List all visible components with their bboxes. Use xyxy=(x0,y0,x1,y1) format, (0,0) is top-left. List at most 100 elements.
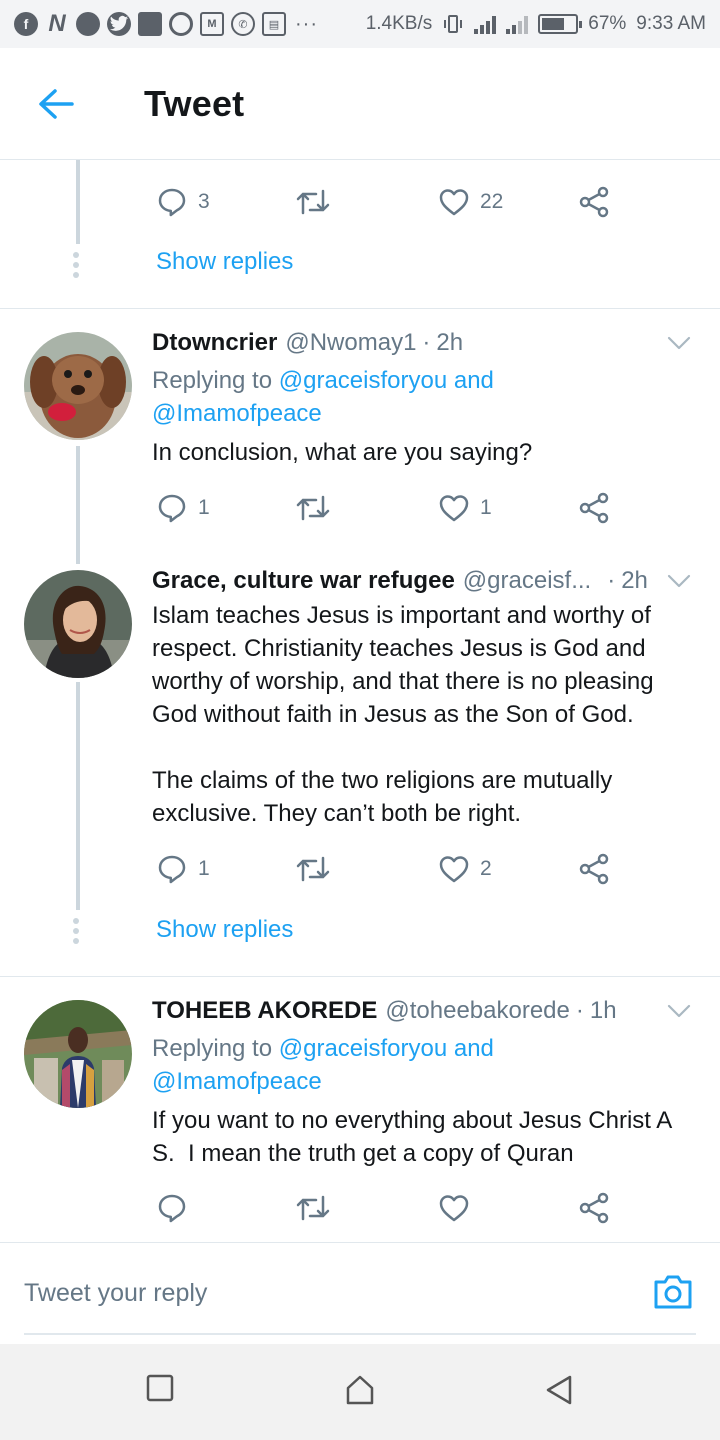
opera-icon xyxy=(169,12,193,36)
replying-label: Replying to xyxy=(152,1035,279,1062)
tweet-text: In conclusion, what are you saying? xyxy=(152,439,533,466)
calendar-icon: ▤ xyxy=(262,12,286,36)
notification-icons: f N M ✆ ▤ ··· xyxy=(14,10,318,37)
share-button[interactable] xyxy=(578,1192,610,1224)
reply-button[interactable]: 3 xyxy=(156,186,210,218)
share-button[interactable] xyxy=(578,492,610,524)
tweet-header: TOHEEB AKOREDE @toheebakorede · 1h xyxy=(152,995,696,1027)
tweet-text: If you want to no everything about Jesus… xyxy=(152,1107,678,1167)
teddy-bear-avatar-image xyxy=(24,332,132,440)
thread-line xyxy=(76,160,80,244)
like-button[interactable]: 2 xyxy=(438,854,492,884)
share-icon xyxy=(579,1192,609,1224)
heart-icon xyxy=(439,856,469,883)
mention-link[interactable]: @Imamofpeace xyxy=(152,1068,322,1095)
user-handle[interactable]: @toheebakorede xyxy=(385,997,570,1025)
mention-link[interactable]: @Imamofpeace xyxy=(152,400,322,427)
camera-button[interactable] xyxy=(652,1273,694,1316)
page-title: Tweet xyxy=(144,82,245,124)
like-button[interactable] xyxy=(438,1193,480,1223)
heart-icon xyxy=(439,495,469,522)
chevron-down-icon[interactable] xyxy=(666,998,692,1024)
show-replies-link[interactable]: Show replies xyxy=(156,248,293,276)
like-button[interactable]: 22 xyxy=(438,187,503,217)
retweet-button[interactable] xyxy=(296,187,330,217)
recents-square-icon xyxy=(146,1374,174,1402)
retweet-button[interactable] xyxy=(296,854,340,884)
avatar[interactable] xyxy=(24,332,132,440)
recents-button[interactable] xyxy=(146,1374,174,1407)
reply-icon xyxy=(158,855,186,884)
n-icon: N xyxy=(48,10,66,37)
status-bar: f N M ✆ ▤ ··· 1.4KB/s 67% 9:33 AM xyxy=(0,0,720,48)
separator-dot: · xyxy=(422,329,431,356)
reply-input[interactable]: Tweet your reply xyxy=(24,1279,207,1308)
like-button[interactable]: 1 xyxy=(438,493,492,523)
retweet-icon xyxy=(296,856,330,882)
display-name[interactable]: Dtowncrier xyxy=(152,329,277,357)
reply-button[interactable] xyxy=(156,1192,198,1224)
square-icon xyxy=(138,12,162,36)
like-count: 1 xyxy=(480,496,492,519)
top-app-bar: Tweet xyxy=(0,48,720,160)
avatar[interactable] xyxy=(24,1000,132,1108)
thread-line xyxy=(76,682,80,910)
signal-icon-2 xyxy=(506,14,529,34)
retweet-button[interactable] xyxy=(296,1193,340,1223)
heart-icon xyxy=(439,1195,469,1222)
clock: 9:33 AM xyxy=(636,13,706,34)
replying-label: Replying to xyxy=(152,367,279,394)
twitter-icon xyxy=(107,12,131,36)
retweet-icon xyxy=(296,495,330,521)
battery-icon xyxy=(538,14,583,34)
show-replies-link[interactable]: Show replies xyxy=(156,916,293,944)
reply-button[interactable]: 1 xyxy=(156,853,210,885)
network-speed: 1.4KB/s xyxy=(365,13,433,34)
timestamp: 2h xyxy=(621,567,648,594)
tweet-header: Dtowncrier @Nwomay1 · 2h xyxy=(152,327,696,359)
replying-to: Replying to @graceisforyou and @Imamofpe… xyxy=(152,364,692,430)
status-right: 1.4KB/s 67% 9:33 AM xyxy=(366,13,706,35)
whatsapp-icon: ✆ xyxy=(231,12,255,36)
signal-icon xyxy=(474,14,497,34)
display-name[interactable]: TOHEEB AKOREDE xyxy=(152,997,377,1025)
heart-icon xyxy=(439,189,469,216)
like-count: 2 xyxy=(480,857,492,880)
replying-to: Replying to @graceisforyou and @Imamofpe… xyxy=(152,1032,692,1098)
more-notifications: ··· xyxy=(295,12,318,35)
reply-count: 3 xyxy=(198,190,210,213)
share-icon xyxy=(579,853,609,885)
timestamp: 2h xyxy=(436,329,464,356)
vibrate-icon xyxy=(444,15,463,33)
like-count: 22 xyxy=(480,190,504,213)
chevron-down-icon[interactable] xyxy=(666,330,692,356)
mention-link[interactable]: @graceisforyou and xyxy=(279,1035,494,1062)
thread-line xyxy=(76,446,80,564)
arrow-left-icon xyxy=(39,88,74,119)
chevron-down-icon[interactable] xyxy=(666,568,692,594)
tweet-actions: 1 2 xyxy=(152,849,622,889)
home-button[interactable] xyxy=(344,1374,376,1411)
share-button[interactable] xyxy=(578,186,610,218)
mention-link[interactable]: @graceisforyou and xyxy=(279,367,494,394)
man-avatar-image xyxy=(24,1000,132,1108)
tweet-actions: 3 22 xyxy=(152,182,622,222)
separator-dot: · xyxy=(607,567,616,594)
tweet-actions: 1 1 xyxy=(152,488,622,528)
user-handle[interactable]: @Nwomay1 xyxy=(285,329,416,357)
reply-icon xyxy=(158,494,186,523)
camera-icon xyxy=(654,1275,692,1309)
reply-icon xyxy=(158,1194,186,1223)
avatar[interactable] xyxy=(24,570,132,678)
back-button[interactable] xyxy=(0,48,112,160)
separator-dot: · xyxy=(575,997,584,1024)
back-nav-button[interactable] xyxy=(544,1374,574,1411)
share-button[interactable] xyxy=(578,853,610,885)
display-name[interactable]: Grace, culture war refugee xyxy=(152,567,455,595)
retweet-button[interactable] xyxy=(296,493,340,523)
reply-button[interactable]: 1 xyxy=(156,492,210,524)
home-icon xyxy=(346,1375,374,1405)
share-icon xyxy=(579,492,609,524)
user-handle[interactable]: @graceisf... xyxy=(463,567,591,595)
timestamp: 1h xyxy=(589,997,617,1024)
